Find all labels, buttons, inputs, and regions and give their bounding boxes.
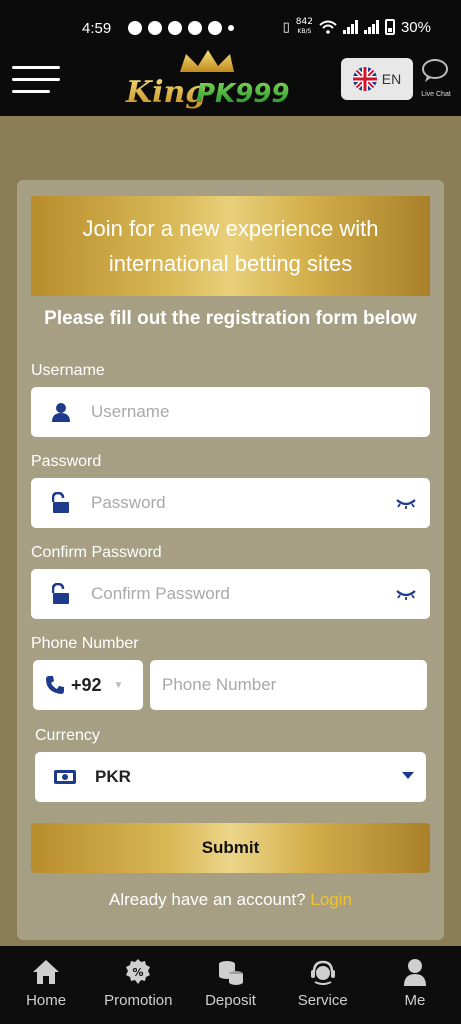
nav-home[interactable]: Home bbox=[0, 946, 92, 1024]
notification-icon bbox=[148, 21, 162, 35]
network-speed-value: 842 bbox=[295, 17, 313, 27]
login-prompt-text: Already have an account? bbox=[109, 890, 306, 909]
menu-icon[interactable] bbox=[12, 66, 60, 94]
home-icon bbox=[33, 960, 60, 984]
language-label: EN bbox=[381, 71, 402, 87]
password-input[interactable] bbox=[91, 493, 382, 513]
vibrate-icon: ▯ bbox=[282, 19, 290, 34]
notification-icon bbox=[128, 21, 142, 35]
username-label: Username bbox=[31, 362, 105, 379]
live-chat-button[interactable]: Live Chat bbox=[416, 58, 456, 104]
password-label: Password bbox=[31, 453, 102, 470]
user-icon bbox=[403, 959, 426, 986]
phone-input[interactable] bbox=[162, 675, 427, 695]
nav-promotion[interactable]: % Promotion bbox=[92, 946, 184, 1024]
language-selector[interactable]: EN bbox=[341, 58, 413, 100]
password-field[interactable] bbox=[31, 478, 430, 528]
live-chat-label: Live Chat bbox=[421, 91, 451, 98]
caret-down-icon bbox=[402, 772, 414, 779]
logo[interactable]: King PK999 bbox=[124, 50, 290, 114]
unlock-icon bbox=[31, 492, 91, 514]
currency-label: Currency bbox=[35, 727, 100, 744]
notification-icon bbox=[188, 21, 202, 35]
phone-field[interactable] bbox=[150, 660, 427, 710]
wifi-icon bbox=[319, 20, 337, 34]
nav-home-label: Home bbox=[26, 992, 67, 1009]
user-icon bbox=[31, 402, 91, 422]
banknote-icon bbox=[35, 769, 95, 785]
uk-flag-icon bbox=[352, 67, 377, 91]
nav-deposit[interactable]: Deposit bbox=[184, 946, 276, 1024]
signal-icon bbox=[342, 20, 358, 34]
battery-icon bbox=[384, 19, 395, 35]
nav-deposit-label: Deposit bbox=[205, 992, 256, 1009]
notification-icon bbox=[168, 21, 182, 35]
svg-text:King: King bbox=[125, 75, 206, 110]
username-field[interactable] bbox=[31, 387, 430, 437]
notification-icon bbox=[208, 21, 222, 35]
promo-banner: Join for a new experience with internati… bbox=[31, 196, 430, 296]
svg-text:%: % bbox=[133, 966, 144, 979]
login-link[interactable]: Login bbox=[310, 890, 352, 909]
country-code-selector[interactable]: +92 ▼ bbox=[33, 660, 143, 710]
more-notifications-icon bbox=[228, 25, 234, 31]
app-header: King PK999 EN Live Chat bbox=[0, 44, 461, 116]
currency-value: PKR bbox=[95, 767, 131, 786]
status-time: 4:59 bbox=[82, 20, 112, 37]
chevron-down-icon: ▼ bbox=[113, 679, 124, 691]
submit-button[interactable]: Submit bbox=[31, 823, 430, 873]
network-speed: 842 KB/S bbox=[296, 18, 313, 36]
status-bar: 4:59 ▯ 842 KB/S 30% bbox=[0, 0, 461, 44]
show-password-icon[interactable] bbox=[382, 497, 430, 509]
deposit-icon bbox=[218, 961, 243, 985]
nav-promotion-label: Promotion bbox=[104, 992, 173, 1009]
bottom-nav: Home % Promotion Deposit Service Me bbox=[0, 946, 461, 1024]
phone-icon bbox=[46, 676, 64, 694]
network-speed-unit: KB/S bbox=[297, 28, 312, 35]
battery-percent: 30% bbox=[400, 18, 431, 36]
registration-card: Join for a new experience with internati… bbox=[17, 180, 444, 940]
login-prompt: Already have an account? Login bbox=[17, 890, 444, 910]
promotion-icon: % bbox=[126, 959, 151, 984]
svg-text:PK999: PK999 bbox=[196, 79, 289, 109]
signal-icon bbox=[363, 20, 379, 34]
status-indicators: ▯ 842 KB/S 30% bbox=[283, 18, 431, 36]
confirm-password-input[interactable] bbox=[91, 584, 382, 604]
confirm-password-label: Confirm Password bbox=[31, 544, 162, 561]
phone-label: Phone Number bbox=[31, 635, 139, 652]
nav-me[interactable]: Me bbox=[369, 946, 461, 1024]
nav-service[interactable]: Service bbox=[277, 946, 369, 1024]
nav-service-label: Service bbox=[297, 992, 348, 1009]
currency-select[interactable]: PKR bbox=[35, 752, 426, 802]
username-input[interactable] bbox=[91, 402, 430, 422]
nav-me-label: Me bbox=[404, 992, 426, 1009]
form-subtitle: Please fill out the registration form be… bbox=[44, 308, 417, 329]
country-code: +92 bbox=[71, 674, 102, 695]
notification-icons bbox=[128, 21, 234, 35]
service-icon bbox=[310, 960, 335, 985]
unlock-icon bbox=[31, 583, 91, 605]
confirm-password-field[interactable] bbox=[31, 569, 430, 619]
show-password-icon[interactable] bbox=[382, 588, 430, 600]
chat-icon bbox=[422, 59, 448, 82]
